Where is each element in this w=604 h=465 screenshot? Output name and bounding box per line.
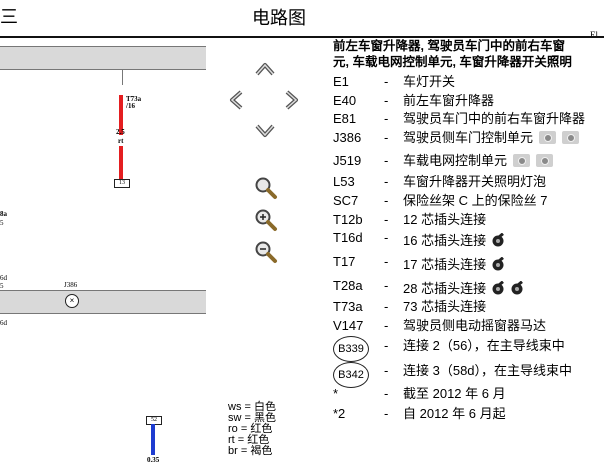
chevron-left-icon	[230, 90, 243, 110]
zoom-in-button[interactable]	[254, 208, 278, 232]
wire-end-tag: 13	[114, 179, 130, 188]
wire-stub	[122, 69, 123, 85]
pan-left-button[interactable]	[229, 90, 243, 110]
camera-icon[interactable]	[562, 131, 580, 144]
wire-color-label: rt	[118, 137, 124, 145]
edge-label: 6d	[0, 319, 7, 327]
page-title: 电路图	[252, 8, 306, 28]
circuit-diagram[interactable]: T73a /16 2.5 rt 13 8a 5 6d 5 J386 × 6d 5…	[0, 38, 210, 465]
menu-icon[interactable]: 三	[0, 8, 18, 26]
diagram-rail-component	[0, 290, 206, 314]
wire-junction-badge: B342	[333, 362, 369, 388]
pan-up-button[interactable]	[255, 62, 275, 76]
diagram-heading-line1: 前左车窗升降器, 驾驶员车门中的前右车窗	[333, 39, 565, 53]
zoom-out-button[interactable]	[254, 240, 278, 264]
edge-label: 8a	[0, 210, 7, 218]
zoom-in-icon	[255, 209, 277, 231]
connector-plug-icon[interactable]	[490, 257, 505, 272]
diagram-heading-line2: 元, 车载电网控制单元, 车窗升降器开关照明	[333, 55, 572, 69]
legend-item: br = 褐色	[228, 445, 273, 457]
component-symbol: ×	[65, 294, 79, 308]
component-label: J386	[64, 281, 78, 289]
edge-label: 6d	[0, 274, 7, 282]
pan-right-button[interactable]	[285, 90, 299, 110]
blue-wire	[151, 424, 155, 455]
chevron-up-icon	[255, 63, 275, 76]
magnifier-icon	[255, 177, 277, 199]
camera-icon[interactable]	[539, 131, 557, 144]
connector-plug-icon[interactable]	[509, 281, 524, 296]
connector-plug-icon[interactable]	[490, 281, 505, 296]
zoom-out-icon	[255, 241, 277, 263]
edge-label: 5	[0, 282, 4, 290]
top-bar: 三 电路图 El	[0, 0, 604, 40]
wire-color-legend: ws = 白色 sw = 黑色 ro = 红色 rt = 红色 br = 褐色	[228, 402, 276, 457]
red-wire-lower	[119, 146, 123, 179]
component-list-panel: 前左车窗升降器, 驾驶员车门中的前右车窗 元, 车载电网控制单元, 车窗升降器开…	[333, 38, 604, 421]
wire-size-label: 2.5	[116, 128, 125, 136]
camera-icon[interactable]	[513, 154, 531, 167]
wire-junction-badge: B339	[333, 336, 369, 362]
zoom-fit-button[interactable]	[254, 176, 278, 200]
chevron-right-icon	[285, 90, 298, 110]
diagram-rail-top	[0, 46, 206, 70]
bottom-wire-size: 0.35	[147, 456, 160, 464]
edge-label: 5	[0, 219, 4, 227]
wire-connector-pin: /16	[126, 102, 135, 110]
connector-plug-icon[interactable]	[490, 233, 505, 248]
pan-down-button[interactable]	[255, 124, 275, 138]
chevron-down-icon	[255, 124, 275, 137]
camera-icon[interactable]	[536, 154, 554, 167]
